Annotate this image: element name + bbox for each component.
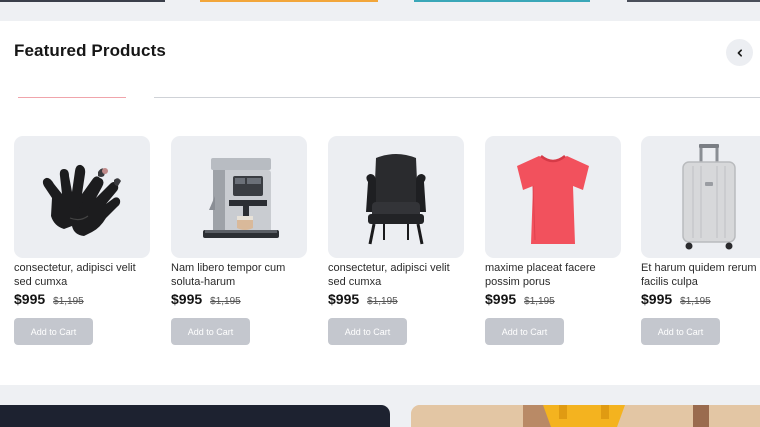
- product-prices: $995 $1,195: [328, 291, 464, 307]
- add-to-cart-button[interactable]: Add to Cart: [14, 318, 93, 345]
- tab-underline-active[interactable]: [18, 97, 126, 98]
- tab-underline-track: [154, 97, 760, 98]
- product-card[interactable]: consectetur, adipisci velit sed cumxa $9…: [14, 136, 150, 345]
- section-title: Featured Products: [14, 41, 166, 60]
- add-to-cart-button[interactable]: Add to Cart: [641, 318, 720, 345]
- product-price: $995: [14, 291, 46, 307]
- product-card[interactable]: Nam libero tempor cum soluta-harum $995 …: [171, 136, 307, 345]
- add-to-cart-button[interactable]: Add to Cart: [328, 318, 407, 345]
- product-prices: $995 $1,195: [485, 291, 621, 307]
- product-prices: $995 $1,195: [641, 291, 760, 307]
- suitcase-icon: [682, 144, 736, 250]
- add-to-cart-button[interactable]: Add to Cart: [485, 318, 564, 345]
- chevron-left-icon: [737, 48, 742, 57]
- promo-banner-photo[interactable]: [411, 405, 760, 427]
- product-image-t-shirt[interactable]: [485, 136, 621, 258]
- product-card[interactable]: Et harum quidem rerum facilis culpa $995…: [641, 136, 760, 345]
- product-price: $995: [641, 291, 673, 307]
- coffee-machine-icon: [203, 158, 279, 238]
- banner-accent-teal: [414, 0, 590, 2]
- product-prices: $995 $1,195: [14, 291, 150, 307]
- product-old-price: $1,195: [367, 296, 398, 307]
- product-name[interactable]: Nam libero tempor cum soluta-harum: [171, 261, 311, 289]
- add-to-cart-button[interactable]: Add to Cart: [171, 318, 250, 345]
- banner-accent-orange: [200, 0, 378, 2]
- product-price: $995: [328, 291, 360, 307]
- promo-banner-dark[interactable]: [0, 405, 390, 427]
- product-old-price: $1,195: [680, 296, 711, 307]
- product-image-armchair[interactable]: [328, 136, 464, 258]
- product-old-price: $1,195: [210, 296, 241, 307]
- gloves-icon: [42, 164, 121, 236]
- t-shirt-icon: [517, 155, 589, 244]
- product-image-suitcase[interactable]: [641, 136, 760, 258]
- product-name[interactable]: maxime placeat facere possim porus: [485, 261, 625, 289]
- product-name[interactable]: consectetur, adipisci velit sed cumxa: [328, 261, 468, 289]
- product-prices: $995 $1,195: [171, 291, 307, 307]
- banner-accent-gray: [627, 0, 760, 2]
- model-photo-image: [411, 405, 760, 427]
- product-card[interactable]: maxime placeat facere possim porus $995 …: [485, 136, 621, 345]
- featured-products-section: Featured Products consectetur, adipisci …: [0, 21, 760, 385]
- product-name[interactable]: Et harum quidem rerum facilis culpa: [641, 261, 760, 289]
- product-old-price: $1,195: [53, 296, 84, 307]
- product-image-gloves[interactable]: [14, 136, 150, 258]
- product-name[interactable]: consectetur, adipisci velit sed cumxa: [14, 261, 154, 289]
- product-image-coffee-machine[interactable]: [171, 136, 307, 258]
- carousel-prev-button[interactable]: [726, 39, 753, 66]
- armchair-icon: [366, 154, 426, 245]
- product-card[interactable]: consectetur, adipisci velit sed cumxa $9…: [328, 136, 464, 345]
- banner-accent-dark: [0, 0, 165, 2]
- product-price: $995: [485, 291, 517, 307]
- product-old-price: $1,195: [524, 296, 555, 307]
- product-price: $995: [171, 291, 203, 307]
- top-banner-strip: [0, 0, 760, 21]
